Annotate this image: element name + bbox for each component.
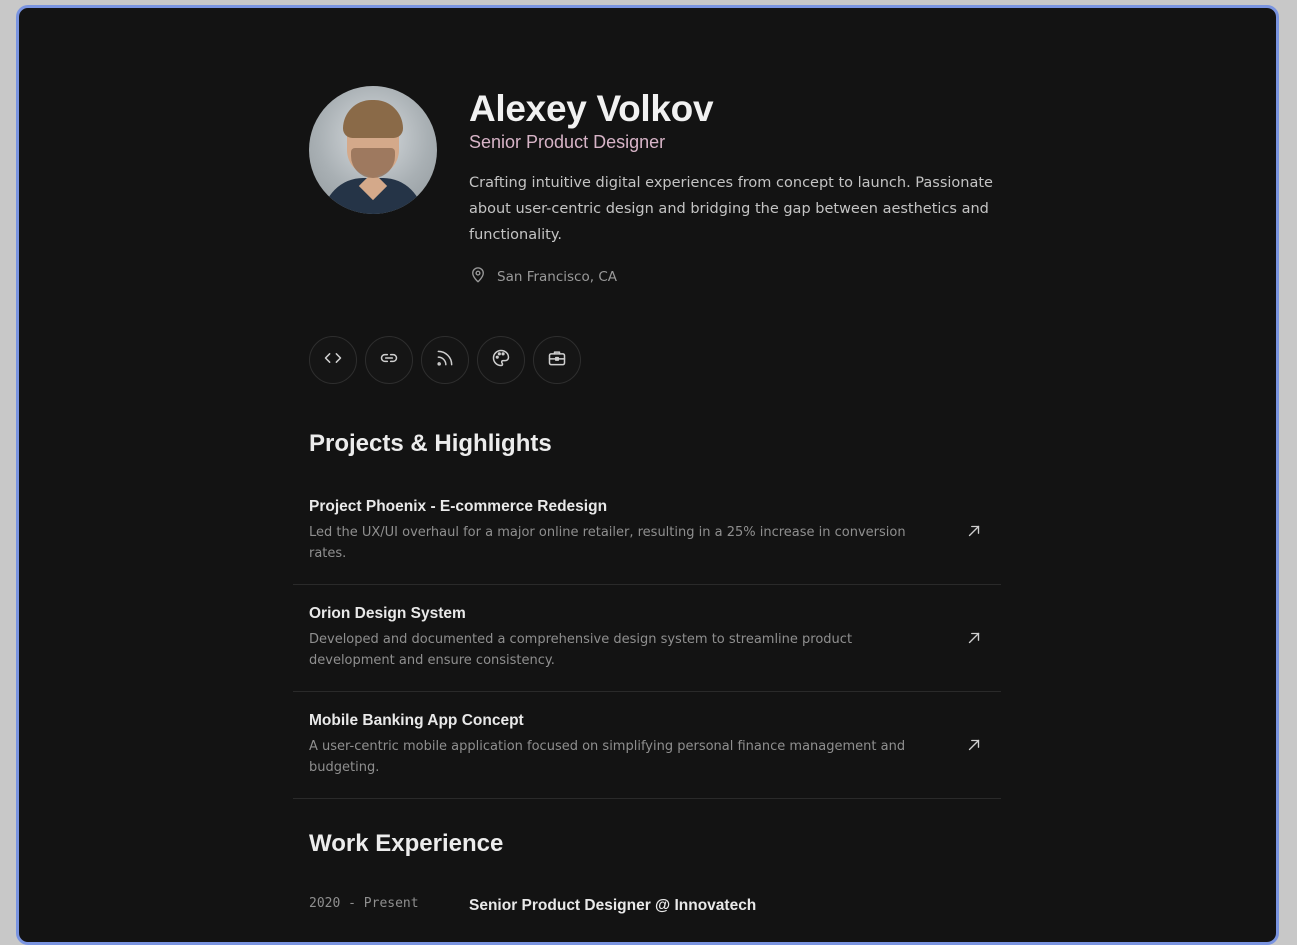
avatar (309, 86, 437, 214)
location-text: San Francisco, CA (497, 269, 617, 285)
project-description: Developed and documented a comprehensive… (309, 632, 853, 668)
profile-name: Alexey Volkov (469, 88, 714, 129)
rss-icon (435, 348, 455, 372)
project-item[interactable]: Orion Design System Developed and docume… (293, 585, 1001, 692)
project-title: Orion Design System (309, 605, 466, 622)
project-title: Project Phoenix - E-commerce Redesign (309, 498, 608, 515)
experience-title: Senior Product Designer @ Innovatech (469, 897, 757, 914)
social-link-portfolio[interactable] (477, 336, 525, 384)
map-pin-icon (469, 266, 487, 288)
projects-list: Project Phoenix - E-commerce Redesign Le… (293, 478, 1001, 799)
project-description: Led the UX/UI overhaul for a major onlin… (309, 525, 906, 561)
app-window: Alexey Volkov Senior Product Designer Cr… (16, 5, 1279, 945)
social-link-rss[interactable] (421, 336, 469, 384)
social-link-work[interactable] (533, 336, 581, 384)
briefcase-icon (547, 348, 567, 372)
social-links (309, 336, 581, 384)
project-description: A user-centric mobile application focuse… (309, 739, 906, 775)
experience-heading: Work Experience (309, 830, 504, 857)
arrow-up-right-icon[interactable] (965, 736, 983, 754)
projects-heading: Projects & Highlights (309, 430, 552, 457)
link-icon (379, 348, 399, 372)
profile-bio: Crafting intuitive digital experiences f… (469, 175, 993, 243)
project-item[interactable]: Project Phoenix - E-commerce Redesign Le… (293, 478, 1001, 585)
social-link-code[interactable] (309, 336, 357, 384)
project-title: Mobile Banking App Concept (309, 712, 524, 729)
profile-role: Senior Product Designer (469, 132, 666, 152)
palette-icon (491, 348, 511, 372)
experience-period: 2020 - Present (309, 896, 419, 911)
code-icon (323, 348, 343, 372)
arrow-up-right-icon[interactable] (965, 629, 983, 647)
location: San Francisco, CA (469, 266, 617, 288)
social-link-website[interactable] (365, 336, 413, 384)
arrow-up-right-icon[interactable] (965, 522, 983, 540)
project-item[interactable]: Mobile Banking App Concept A user-centri… (293, 692, 1001, 799)
